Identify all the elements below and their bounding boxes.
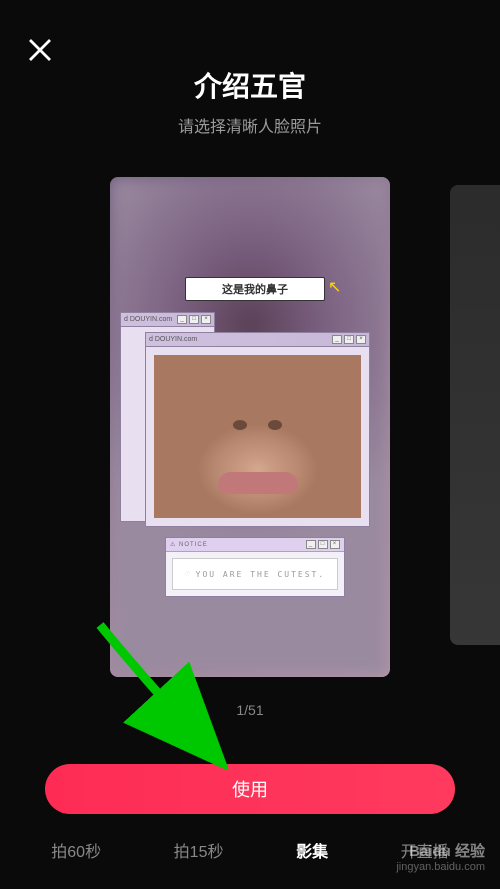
face-feature	[233, 420, 247, 430]
minimize-icon: _	[306, 540, 316, 549]
watermark: Baidu 经验 jingyan.baidu.com	[396, 843, 485, 874]
window-controls: _ □ ×	[306, 540, 340, 549]
retro-window-front: d DOUYIN.com _ □ ×	[145, 332, 370, 527]
tab-60s[interactable]: 拍60秒	[43, 833, 109, 867]
maximize-icon: □	[189, 315, 199, 324]
template-preview-area: 这是我的鼻子 ↖ d DOUYIN.com _ □ × d DOUYIN.com…	[0, 157, 500, 697]
window-title: d DOUYIN.com	[149, 336, 197, 343]
face-feature	[218, 472, 298, 494]
window-content	[146, 347, 369, 526]
tab-album[interactable]: 影集	[288, 833, 336, 867]
tab-15s[interactable]: 拍15秒	[166, 833, 232, 867]
header: 介绍五官 请选择清晰人脸照片	[0, 0, 500, 137]
window-titlebar: d DOUYIN.com _ □ ×	[121, 313, 214, 327]
window-controls: _ □ ×	[332, 335, 366, 344]
next-template-peek[interactable]	[450, 185, 500, 645]
page-subtitle: 请选择清晰人脸照片	[0, 113, 500, 137]
maximize-icon: □	[344, 335, 354, 344]
notice-content: ♡ YOU ARE THE CUTEST.	[166, 552, 344, 596]
watermark-brand: Baidu 经验	[396, 843, 485, 861]
minimize-icon: _	[332, 335, 342, 344]
window-titlebar: d DOUYIN.com _ □ ×	[146, 333, 369, 347]
window-controls: _ □ ×	[177, 315, 211, 324]
cutest-text-box: ♡ YOU ARE THE CUTEST.	[172, 558, 338, 590]
face-photo	[154, 355, 361, 518]
notice-label: ⚠ NOTICE	[170, 541, 208, 548]
cursor-icon: ↖	[328, 277, 341, 297]
notice-window: ⚠ NOTICE _ □ × ♡ YOU ARE THE CUTEST.	[165, 537, 345, 597]
close-window-icon: ×	[201, 315, 211, 324]
maximize-icon: □	[318, 540, 328, 549]
heart-icon: ♡	[185, 570, 192, 579]
template-card[interactable]: 这是我的鼻子 ↖ d DOUYIN.com _ □ × d DOUYIN.com…	[110, 177, 390, 677]
cutest-text: YOU ARE THE CUTEST.	[196, 570, 326, 579]
window-titlebar: ⚠ NOTICE _ □ ×	[166, 538, 344, 552]
close-window-icon: ×	[356, 335, 366, 344]
page-indicator: 1/51	[0, 702, 500, 718]
minimize-icon: _	[177, 315, 187, 324]
window-title: d DOUYIN.com	[124, 316, 172, 323]
watermark-url: jingyan.baidu.com	[396, 861, 485, 874]
close-icon	[25, 52, 55, 69]
speech-bubble: 这是我的鼻子	[185, 277, 325, 301]
page-title: 介绍五官	[0, 65, 500, 105]
face-feature	[268, 420, 282, 430]
use-button[interactable]: 使用	[45, 764, 455, 814]
close-window-icon: ×	[330, 540, 340, 549]
close-button[interactable]	[25, 35, 55, 65]
